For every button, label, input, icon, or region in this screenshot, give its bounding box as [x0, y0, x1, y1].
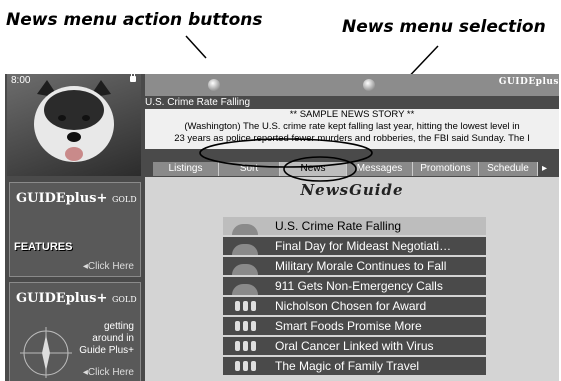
- callout-overlays: [199, 138, 373, 182]
- menu-selection-highlight-ellipse: [283, 156, 357, 182]
- action-buttons-highlight-ellipse: [199, 138, 373, 168]
